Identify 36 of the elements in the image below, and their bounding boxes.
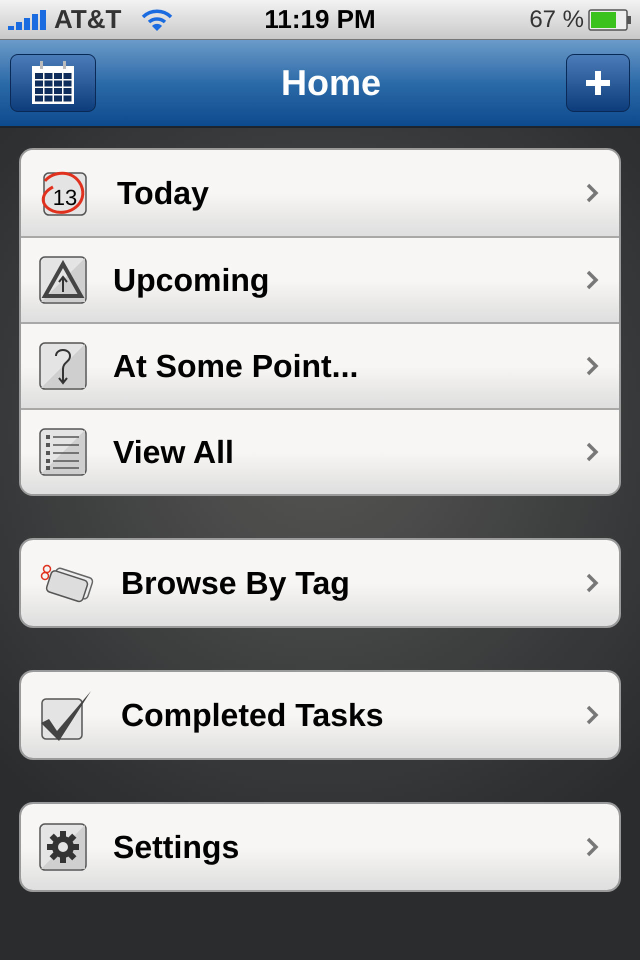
- signal-icon: [8, 10, 46, 30]
- menu-row[interactable]: Upcoming: [21, 236, 619, 322]
- calendar-icon: [30, 60, 76, 106]
- row-label: Settings: [113, 828, 240, 867]
- chevron-icon: [585, 441, 599, 463]
- chevron-icon: [585, 836, 599, 858]
- menu-row[interactable]: Browse By Tag: [21, 540, 619, 626]
- gear-icon: [39, 823, 87, 871]
- wifi-icon: [141, 8, 174, 32]
- chevron-icon: [585, 269, 599, 291]
- row-label: View All: [113, 433, 235, 472]
- row-label: Completed Tasks: [121, 696, 385, 735]
- row-label: At Some Point...: [113, 347, 360, 386]
- chevron-icon: [585, 572, 599, 594]
- warning-triangle-icon: [39, 256, 87, 304]
- clock: 11:19 PM: [264, 3, 376, 36]
- menu-row[interactable]: Settings: [21, 804, 619, 890]
- carrier-name: AT&T: [54, 3, 122, 36]
- battery-percentage: 67 %: [529, 4, 584, 34]
- screen-title: Home: [280, 61, 382, 105]
- chevron-icon: [585, 355, 599, 377]
- menu-row[interactable]: At Some Point...: [21, 322, 619, 408]
- menu-row[interactable]: 13 Today: [21, 150, 619, 236]
- chevron-icon: [585, 182, 599, 204]
- menu-row[interactable]: Completed Tasks: [21, 672, 619, 758]
- question-mark-icon: [39, 342, 87, 390]
- battery-icon: [588, 8, 632, 30]
- chevron-icon: [585, 704, 599, 726]
- row-label: Today: [117, 174, 210, 213]
- row-label: Browse By Tag: [121, 564, 351, 603]
- add-button[interactable]: [566, 54, 630, 112]
- calendar-button[interactable]: [10, 54, 96, 112]
- list-icon: [39, 428, 87, 476]
- row-label: Upcoming: [113, 261, 270, 300]
- plus-icon: [584, 69, 612, 97]
- menu-row[interactable]: View All: [21, 408, 619, 494]
